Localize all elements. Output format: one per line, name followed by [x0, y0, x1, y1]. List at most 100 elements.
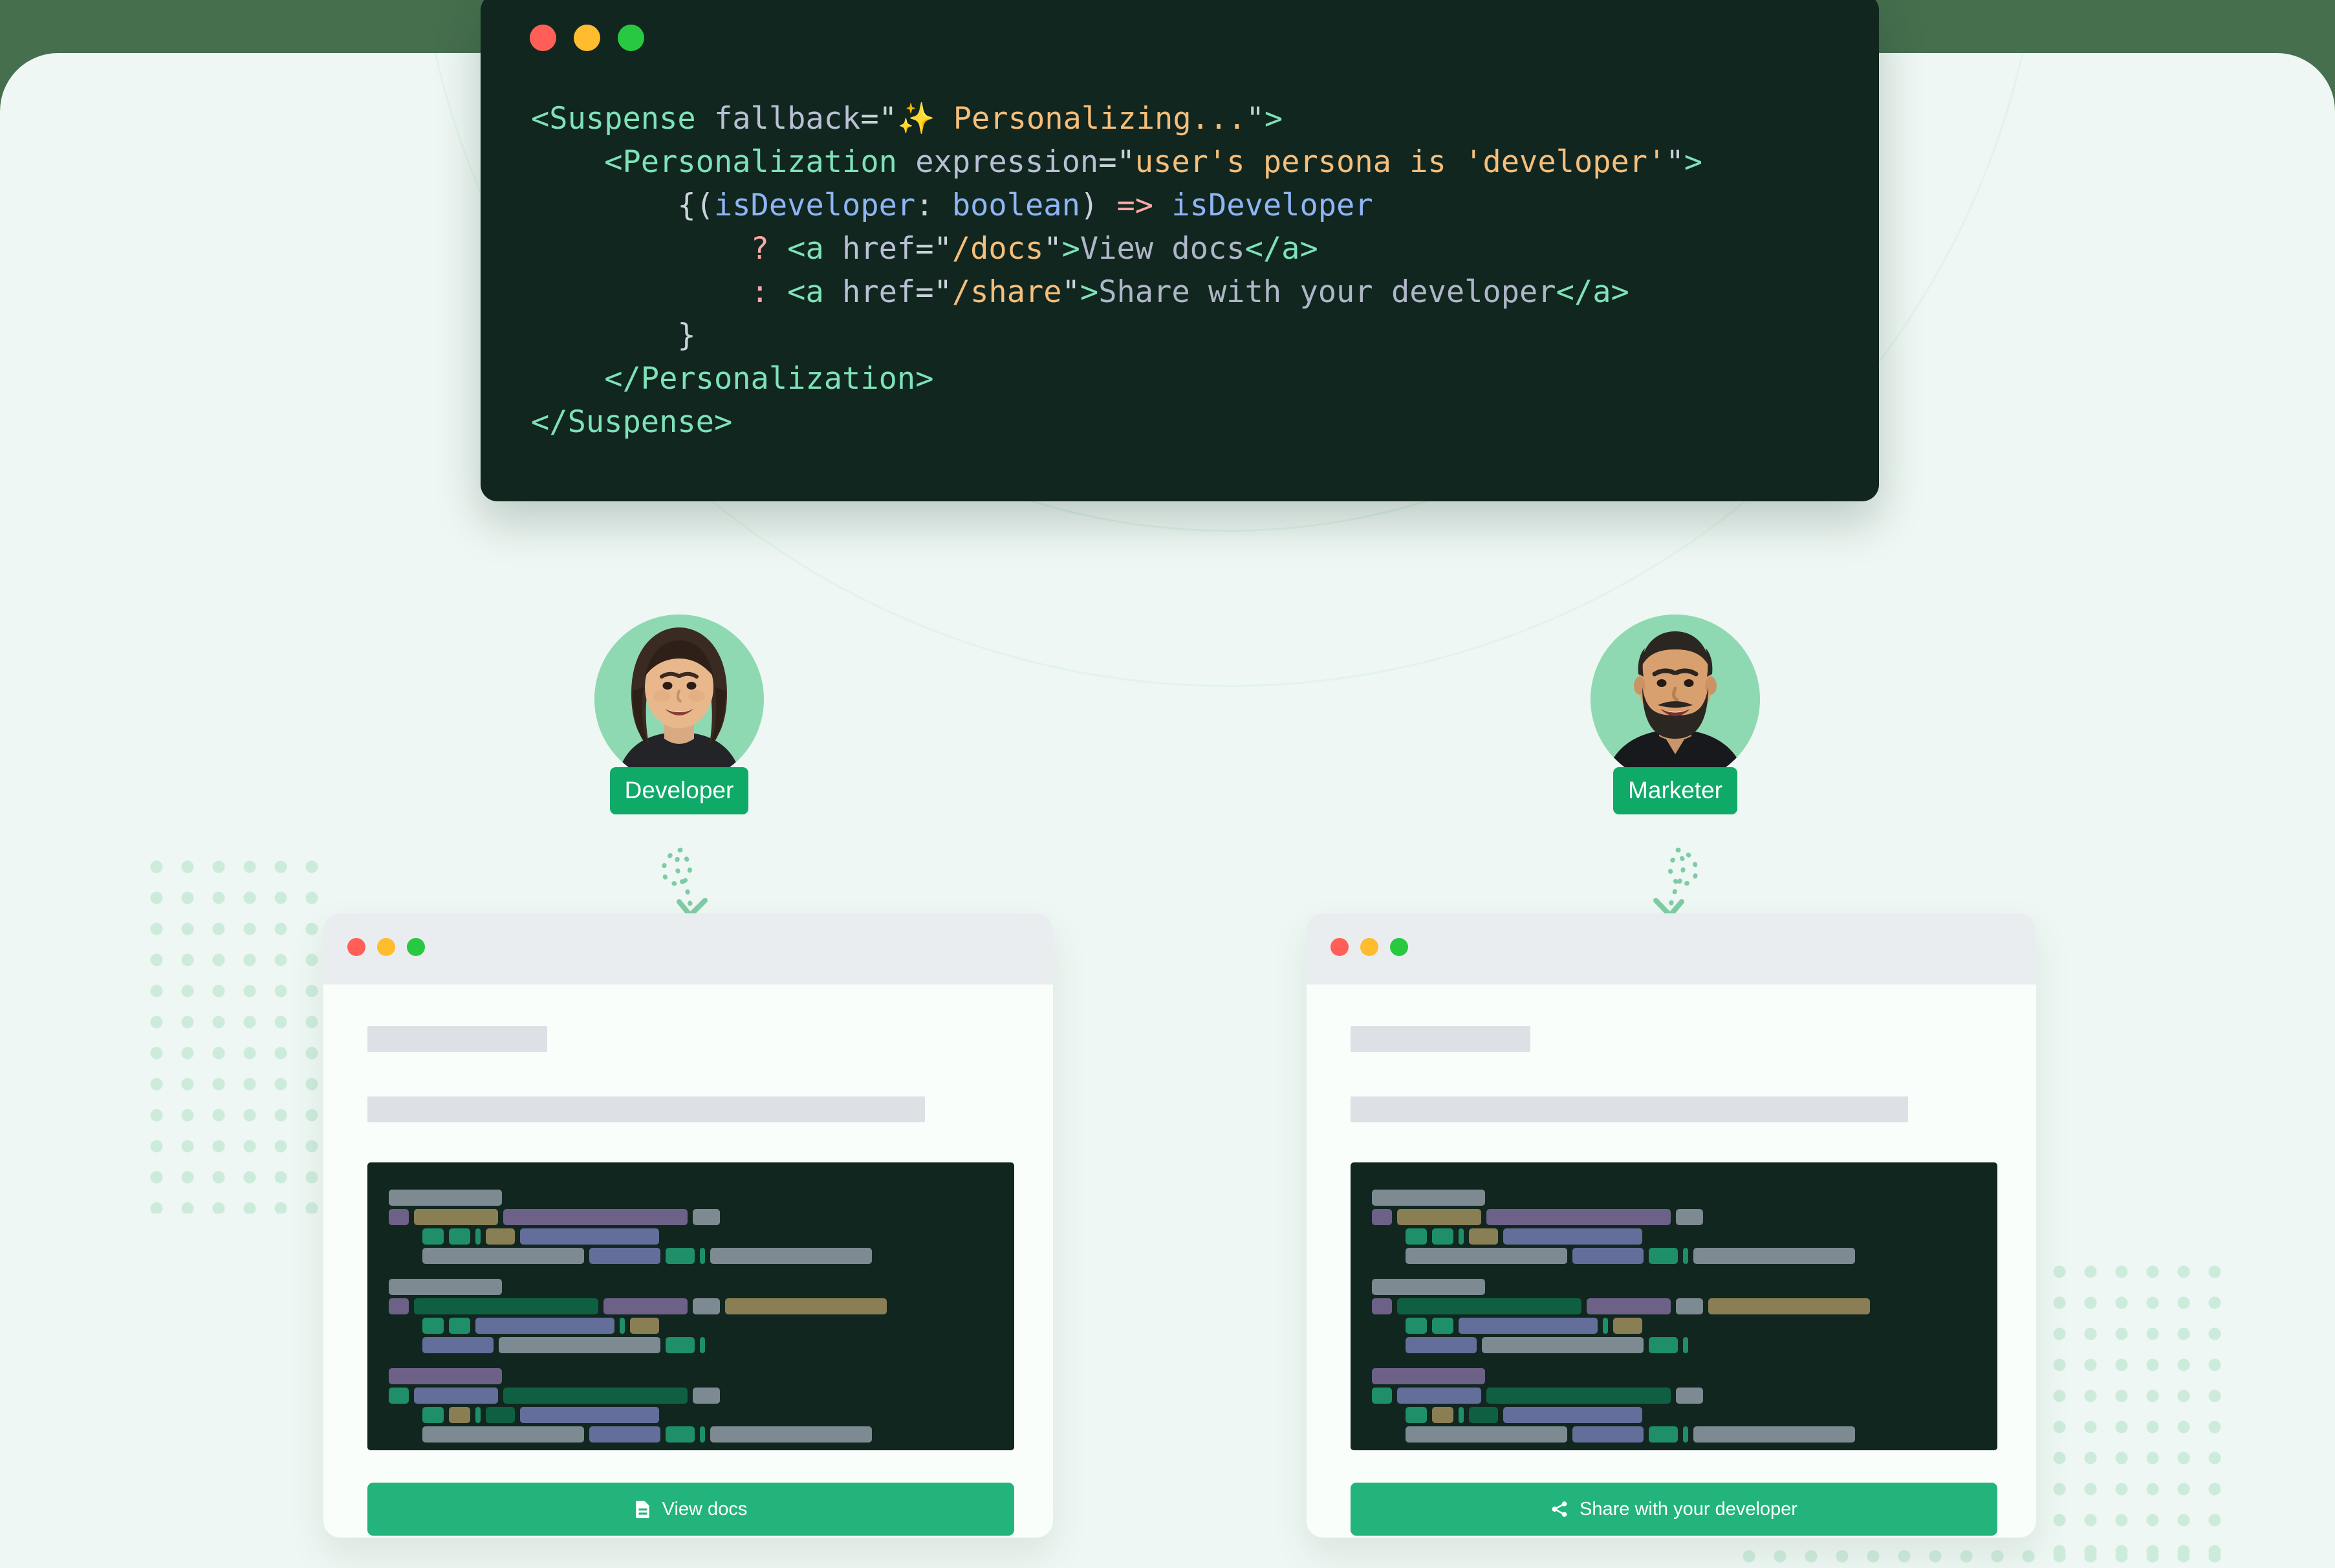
code-skeleton-line — [422, 1248, 872, 1264]
code-skeleton-segment — [1649, 1248, 1678, 1264]
code-skeleton-segment — [503, 1209, 688, 1225]
persona-developer: Developer — [576, 615, 783, 918]
code-skeleton-line — [1406, 1337, 1688, 1353]
code-skeleton-segment — [422, 1426, 584, 1443]
document-icon — [635, 1501, 649, 1518]
code-skeleton-line — [1406, 1318, 1642, 1334]
code-line: </Suspense> — [531, 404, 733, 440]
code-skeleton-segment — [414, 1209, 498, 1225]
code-skeleton-segment — [449, 1228, 470, 1245]
code-line: </Personalization> — [604, 361, 934, 397]
code-skeleton-line — [422, 1228, 659, 1245]
headline-placeholder — [1351, 1026, 1530, 1052]
window-controls-developer — [347, 938, 425, 956]
maximize-icon[interactable] — [407, 938, 425, 956]
code-skeleton-segment — [1469, 1407, 1498, 1423]
code-skeleton-segment — [520, 1407, 659, 1423]
cta-view-docs[interactable]: View docs — [367, 1483, 1014, 1536]
code-skeleton-segment — [1676, 1209, 1703, 1225]
close-icon[interactable] — [347, 938, 365, 956]
close-icon[interactable] — [530, 25, 556, 51]
code-line: : <a href="/share">Share with your devel… — [750, 274, 1629, 310]
code-skeleton-segment — [620, 1318, 625, 1334]
code-skeleton-segment — [1683, 1248, 1688, 1264]
code-skeleton-segment — [589, 1248, 660, 1264]
code-skeleton-segment — [1503, 1407, 1642, 1423]
cta-share-with-developer[interactable]: Share with your developer — [1351, 1483, 1997, 1536]
code-skeleton-line — [1372, 1368, 1485, 1384]
code-skeleton-segment — [666, 1426, 695, 1443]
code-skeleton-segment — [1406, 1426, 1567, 1443]
code-skeleton-segment — [1372, 1190, 1485, 1206]
code-skeleton-segment — [475, 1407, 481, 1423]
avatar-developer — [594, 615, 764, 784]
code-skeleton-segment — [666, 1248, 695, 1264]
code-skeleton-segment — [1459, 1407, 1464, 1423]
code-skeleton-segment — [693, 1388, 720, 1404]
code-skeleton-line — [1406, 1426, 1855, 1443]
avatar-circle-marketer — [1591, 615, 1760, 784]
card-titlebar-marketer — [1307, 913, 2036, 985]
code-skeleton-line — [389, 1279, 502, 1295]
close-icon[interactable] — [1330, 938, 1349, 956]
code-skeleton-segment — [1406, 1228, 1427, 1245]
code-skeleton-segment — [1613, 1318, 1642, 1334]
code-line: {(isDeveloper: boolean) => isDeveloper — [677, 188, 1373, 223]
code-line: <Personalization expression="user's pers… — [604, 144, 1702, 180]
avatar-illustration-developer — [594, 615, 764, 784]
code-skeleton-segment — [475, 1318, 614, 1334]
avatar-circle-developer — [594, 615, 764, 784]
code-skeleton-developer — [367, 1162, 1014, 1450]
code-skeleton-segment — [499, 1337, 660, 1353]
code-skeleton-segment — [1503, 1228, 1642, 1245]
page-root: Developer Marketer View docs Share with … — [0, 0, 2335, 1568]
code-skeleton-segment — [1649, 1426, 1678, 1443]
result-card-marketer[interactable]: Share with your developer — [1307, 913, 2036, 1538]
avatar-illustration-marketer — [1591, 615, 1760, 784]
code-skeleton-segment — [1676, 1388, 1703, 1404]
minimize-icon[interactable] — [574, 25, 600, 51]
code-skeleton-segment — [389, 1279, 502, 1295]
code-skeleton-segment — [1482, 1337, 1644, 1353]
code-skeleton-segment — [422, 1248, 584, 1264]
code-skeleton-segment — [475, 1228, 481, 1245]
dot-pattern-right — [2044, 1256, 2232, 1567]
code-skeleton-segment — [1683, 1337, 1688, 1353]
result-card-developer[interactable]: View docs — [323, 913, 1053, 1538]
code-skeleton-segment — [1486, 1388, 1671, 1404]
code-skeleton-segment — [1372, 1209, 1392, 1225]
code-skeleton-segment — [1397, 1388, 1481, 1404]
code-skeleton-segment — [422, 1318, 444, 1334]
code-skeleton-line — [1406, 1248, 1855, 1264]
maximize-icon[interactable] — [618, 25, 644, 51]
headline-placeholder — [367, 1026, 547, 1052]
persona-marketer: Marketer — [1572, 615, 1779, 918]
code-skeleton-segment — [389, 1209, 409, 1225]
maximize-icon[interactable] — [1390, 938, 1408, 956]
code-skeleton-segment — [725, 1298, 887, 1314]
minimize-icon[interactable] — [377, 938, 395, 956]
code-skeleton-line — [389, 1209, 720, 1225]
code-skeleton-segment — [666, 1337, 695, 1353]
code-line: ? <a href="/docs">View docs</a> — [750, 231, 1318, 267]
code-skeleton-segment — [710, 1426, 872, 1443]
code-skeleton-segment — [700, 1337, 705, 1353]
code-skeleton-segment — [1693, 1248, 1855, 1264]
code-skeleton-segment — [1683, 1426, 1688, 1443]
code-skeleton-segment — [603, 1298, 688, 1314]
code-skeleton-line — [389, 1388, 720, 1404]
code-skeleton-segment — [414, 1298, 598, 1314]
code-skeleton-segment — [422, 1228, 444, 1245]
code-skeleton-line — [422, 1337, 705, 1353]
minimize-icon[interactable] — [1360, 938, 1378, 956]
dot-pattern-bottom — [1733, 1541, 2232, 1568]
avatar-marketer — [1591, 615, 1760, 784]
code-line: <Suspense fallback="✨ Personalizing..."> — [531, 101, 1283, 136]
code-skeleton-segment — [693, 1298, 720, 1314]
code-skeleton-segment — [1486, 1209, 1671, 1225]
hero-code-text: <Suspense fallback="✨ Personalizing...">… — [531, 97, 1702, 444]
code-skeleton-segment — [1432, 1318, 1453, 1334]
code-skeleton-segment — [700, 1248, 705, 1264]
code-skeleton-segment — [1708, 1298, 1870, 1314]
code-skeleton-segment — [422, 1407, 444, 1423]
